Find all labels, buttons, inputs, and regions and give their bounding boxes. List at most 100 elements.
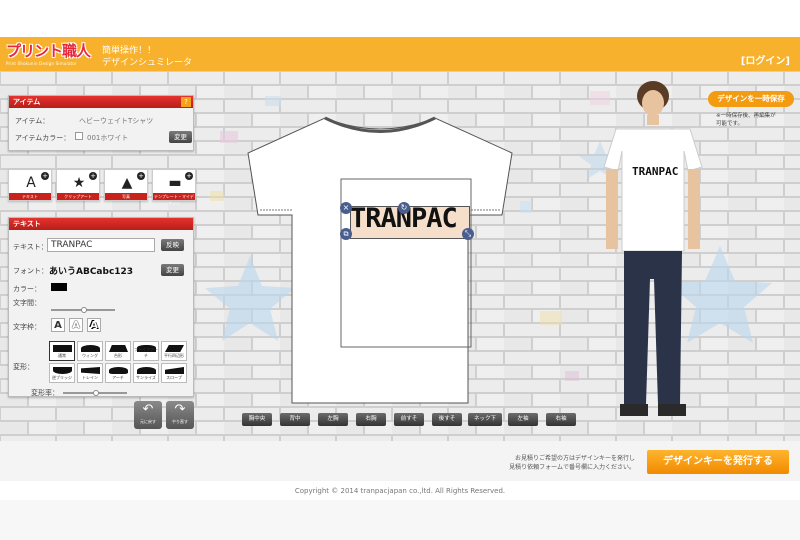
add-clipart-tool[interactable]: ★ + クリップアート xyxy=(56,169,100,201)
star-icon: ★ xyxy=(72,175,86,191)
text-panel-title: テキスト xyxy=(9,218,193,230)
item-panel: アイテム ? アイテム： ヘビーウェイトTシャツ アイテムカラー： 001ホワイ… xyxy=(8,95,194,151)
add-text-tool[interactable]: A + テキスト xyxy=(8,169,52,201)
shape-normal[interactable]: 通常 xyxy=(49,341,75,361)
undo-icon: ↶ xyxy=(142,402,154,417)
image-icon: ▲ xyxy=(121,175,133,191)
tshirt-image xyxy=(247,116,513,404)
model-figure xyxy=(603,81,703,416)
shape-caption: 通常 xyxy=(58,353,66,358)
text-color-swatch[interactable] xyxy=(51,283,67,291)
shape-arch[interactable]: アーチ xyxy=(105,363,131,383)
shape-parallelogram[interactable]: 平行四辺形 xyxy=(161,341,187,361)
resize-handle-icon[interactable]: ⤡ xyxy=(462,228,474,240)
shape-preview xyxy=(165,345,184,352)
position-front-hem[interactable]: 前すそ xyxy=(394,413,424,426)
save-note-line2: 可能です。 xyxy=(716,121,743,127)
deform-slider[interactable] xyxy=(63,390,127,396)
plus-icon: + xyxy=(41,172,49,180)
shape-train[interactable]: トレイン xyxy=(77,363,103,383)
shape-caption: 台形 xyxy=(114,353,122,358)
top-whitespace xyxy=(0,0,800,37)
style-double-outline-button[interactable]: A xyxy=(87,318,101,332)
change-font-button[interactable]: 変更 xyxy=(161,264,184,276)
text-panel: テキスト テキスト： TRANPAC 反映 フォント： あいうABCabc123… xyxy=(8,217,194,397)
rotate-handle-icon[interactable]: ↻ xyxy=(398,202,410,214)
design-text[interactable]: TRANPAC xyxy=(350,197,474,241)
shape-preview xyxy=(109,367,128,374)
position-chest-center[interactable]: 胸中央 xyxy=(242,413,272,426)
login-link[interactable]: [ログイン] xyxy=(741,52,790,67)
font-label: フォント： xyxy=(13,267,48,275)
issue-note-line1: お見積りご希望の方はデザインキーを発行し xyxy=(514,455,635,462)
add-photo-tool[interactable]: ▲ + 写真 xyxy=(104,169,148,201)
shape-caption: アーチ xyxy=(112,375,124,380)
shape-wing[interactable]: ウィング xyxy=(77,341,103,361)
shape-preview xyxy=(53,367,72,374)
text-input[interactable]: TRANPAC xyxy=(47,238,155,252)
item-panel-title: アイテム xyxy=(9,96,193,108)
shape-caption: ファイアアーチ xyxy=(134,347,158,358)
undo-label: 元に戻す xyxy=(140,419,156,424)
position-right-chest[interactable]: 右胸 xyxy=(356,413,386,426)
design-stage: アイテム ? アイテム： ヘビーウェイトTシャツ アイテムカラー： 001ホワイ… xyxy=(0,71,800,441)
bottom-whitespace xyxy=(0,500,800,540)
position-below-neck[interactable]: ネック下 xyxy=(468,413,502,426)
undo-button[interactable]: ↶ 元に戻す xyxy=(134,401,162,429)
deform-slider-knob[interactable] xyxy=(93,390,99,396)
template-tool[interactable]: ▬ + テンプレート・マイデザイン xyxy=(152,169,196,206)
spacing-slider[interactable] xyxy=(51,307,115,313)
style-outline-button[interactable]: A xyxy=(69,318,83,332)
position-left-chest[interactable]: 左胸 xyxy=(318,413,348,426)
model-shirt-text: TRANPAC xyxy=(632,165,679,178)
shape-trapezoid[interactable]: 台形 xyxy=(105,341,131,361)
style-normal-button[interactable]: A xyxy=(51,318,65,332)
item-label: アイテム： xyxy=(15,117,50,125)
position-back-hem[interactable]: 後すそ xyxy=(432,413,462,426)
logo[interactable]: プリント職人 xyxy=(6,40,94,62)
help-icon[interactable]: ? xyxy=(181,97,191,107)
copy-handle-icon[interactable]: ⧉ xyxy=(340,228,352,240)
font-sample: あいうABCabc123 xyxy=(49,267,134,277)
text-label: テキスト： xyxy=(13,243,48,251)
redo-button[interactable]: ↷ やり直す xyxy=(166,401,194,429)
position-back[interactable]: 背中 xyxy=(280,413,310,426)
shape-reverse-bridge[interactable]: 逆ブリッジ xyxy=(49,363,75,383)
item-value: ヘビーウェイトTシャツ xyxy=(79,117,154,125)
copyright: Copyright © 2014 tranpacjapan co.,ltd. A… xyxy=(294,487,506,495)
shape-fire-arch[interactable]: ファイアアーチ xyxy=(133,341,159,361)
position-left-sleeve[interactable]: 左袖 xyxy=(508,413,538,426)
style-label: 文字枠： xyxy=(13,323,41,331)
plus-icon: + xyxy=(185,172,193,180)
plus-icon: + xyxy=(89,172,97,180)
add-photo-label: 写真 xyxy=(105,193,147,200)
item-color-label: アイテムカラー： xyxy=(15,134,71,142)
shape-caption: スロープ xyxy=(166,375,182,380)
shape-slope[interactable]: スロープ xyxy=(161,363,187,383)
shape-sunrise[interactable]: サンライズ xyxy=(133,363,159,383)
template-label: テンプレート・マイデザイン xyxy=(153,193,195,206)
folder-icon: ▬ xyxy=(168,175,182,191)
logo-subtext: Print Shokunin Design Simulator xyxy=(6,61,77,66)
issue-note-line2: 見積り依頼フォームで番号欄に入力ください。 xyxy=(509,464,635,471)
deform-amount-label: 変形率： xyxy=(31,389,59,397)
color-swatch xyxy=(75,132,83,140)
apply-text-button[interactable]: 反映 xyxy=(161,239,184,251)
add-clipart-label: クリップアート xyxy=(57,193,99,200)
shape-caption: 平行四辺形 xyxy=(164,353,184,358)
change-item-color-button[interactable]: 変更 xyxy=(169,131,192,143)
spacing-slider-knob[interactable] xyxy=(81,307,87,313)
position-right-sleeve[interactable]: 右袖 xyxy=(546,413,576,426)
temp-save-button[interactable]: デザインを一時保存 xyxy=(708,91,794,107)
save-note-line1: ※一時保存後、再編集が xyxy=(716,113,776,119)
shape-preview xyxy=(165,367,184,374)
shape-preview xyxy=(137,367,156,374)
color-label: カラー： xyxy=(13,285,41,293)
shape-preview xyxy=(53,345,72,352)
spacing-label: 文字間： xyxy=(13,299,41,307)
delete-handle-icon[interactable]: × xyxy=(340,202,352,214)
issue-design-key-button[interactable]: デザインキーを発行する xyxy=(647,450,789,474)
shape-preview xyxy=(109,345,128,352)
plus-icon: + xyxy=(137,172,145,180)
shape-caption: 逆ブリッジ xyxy=(52,375,72,380)
